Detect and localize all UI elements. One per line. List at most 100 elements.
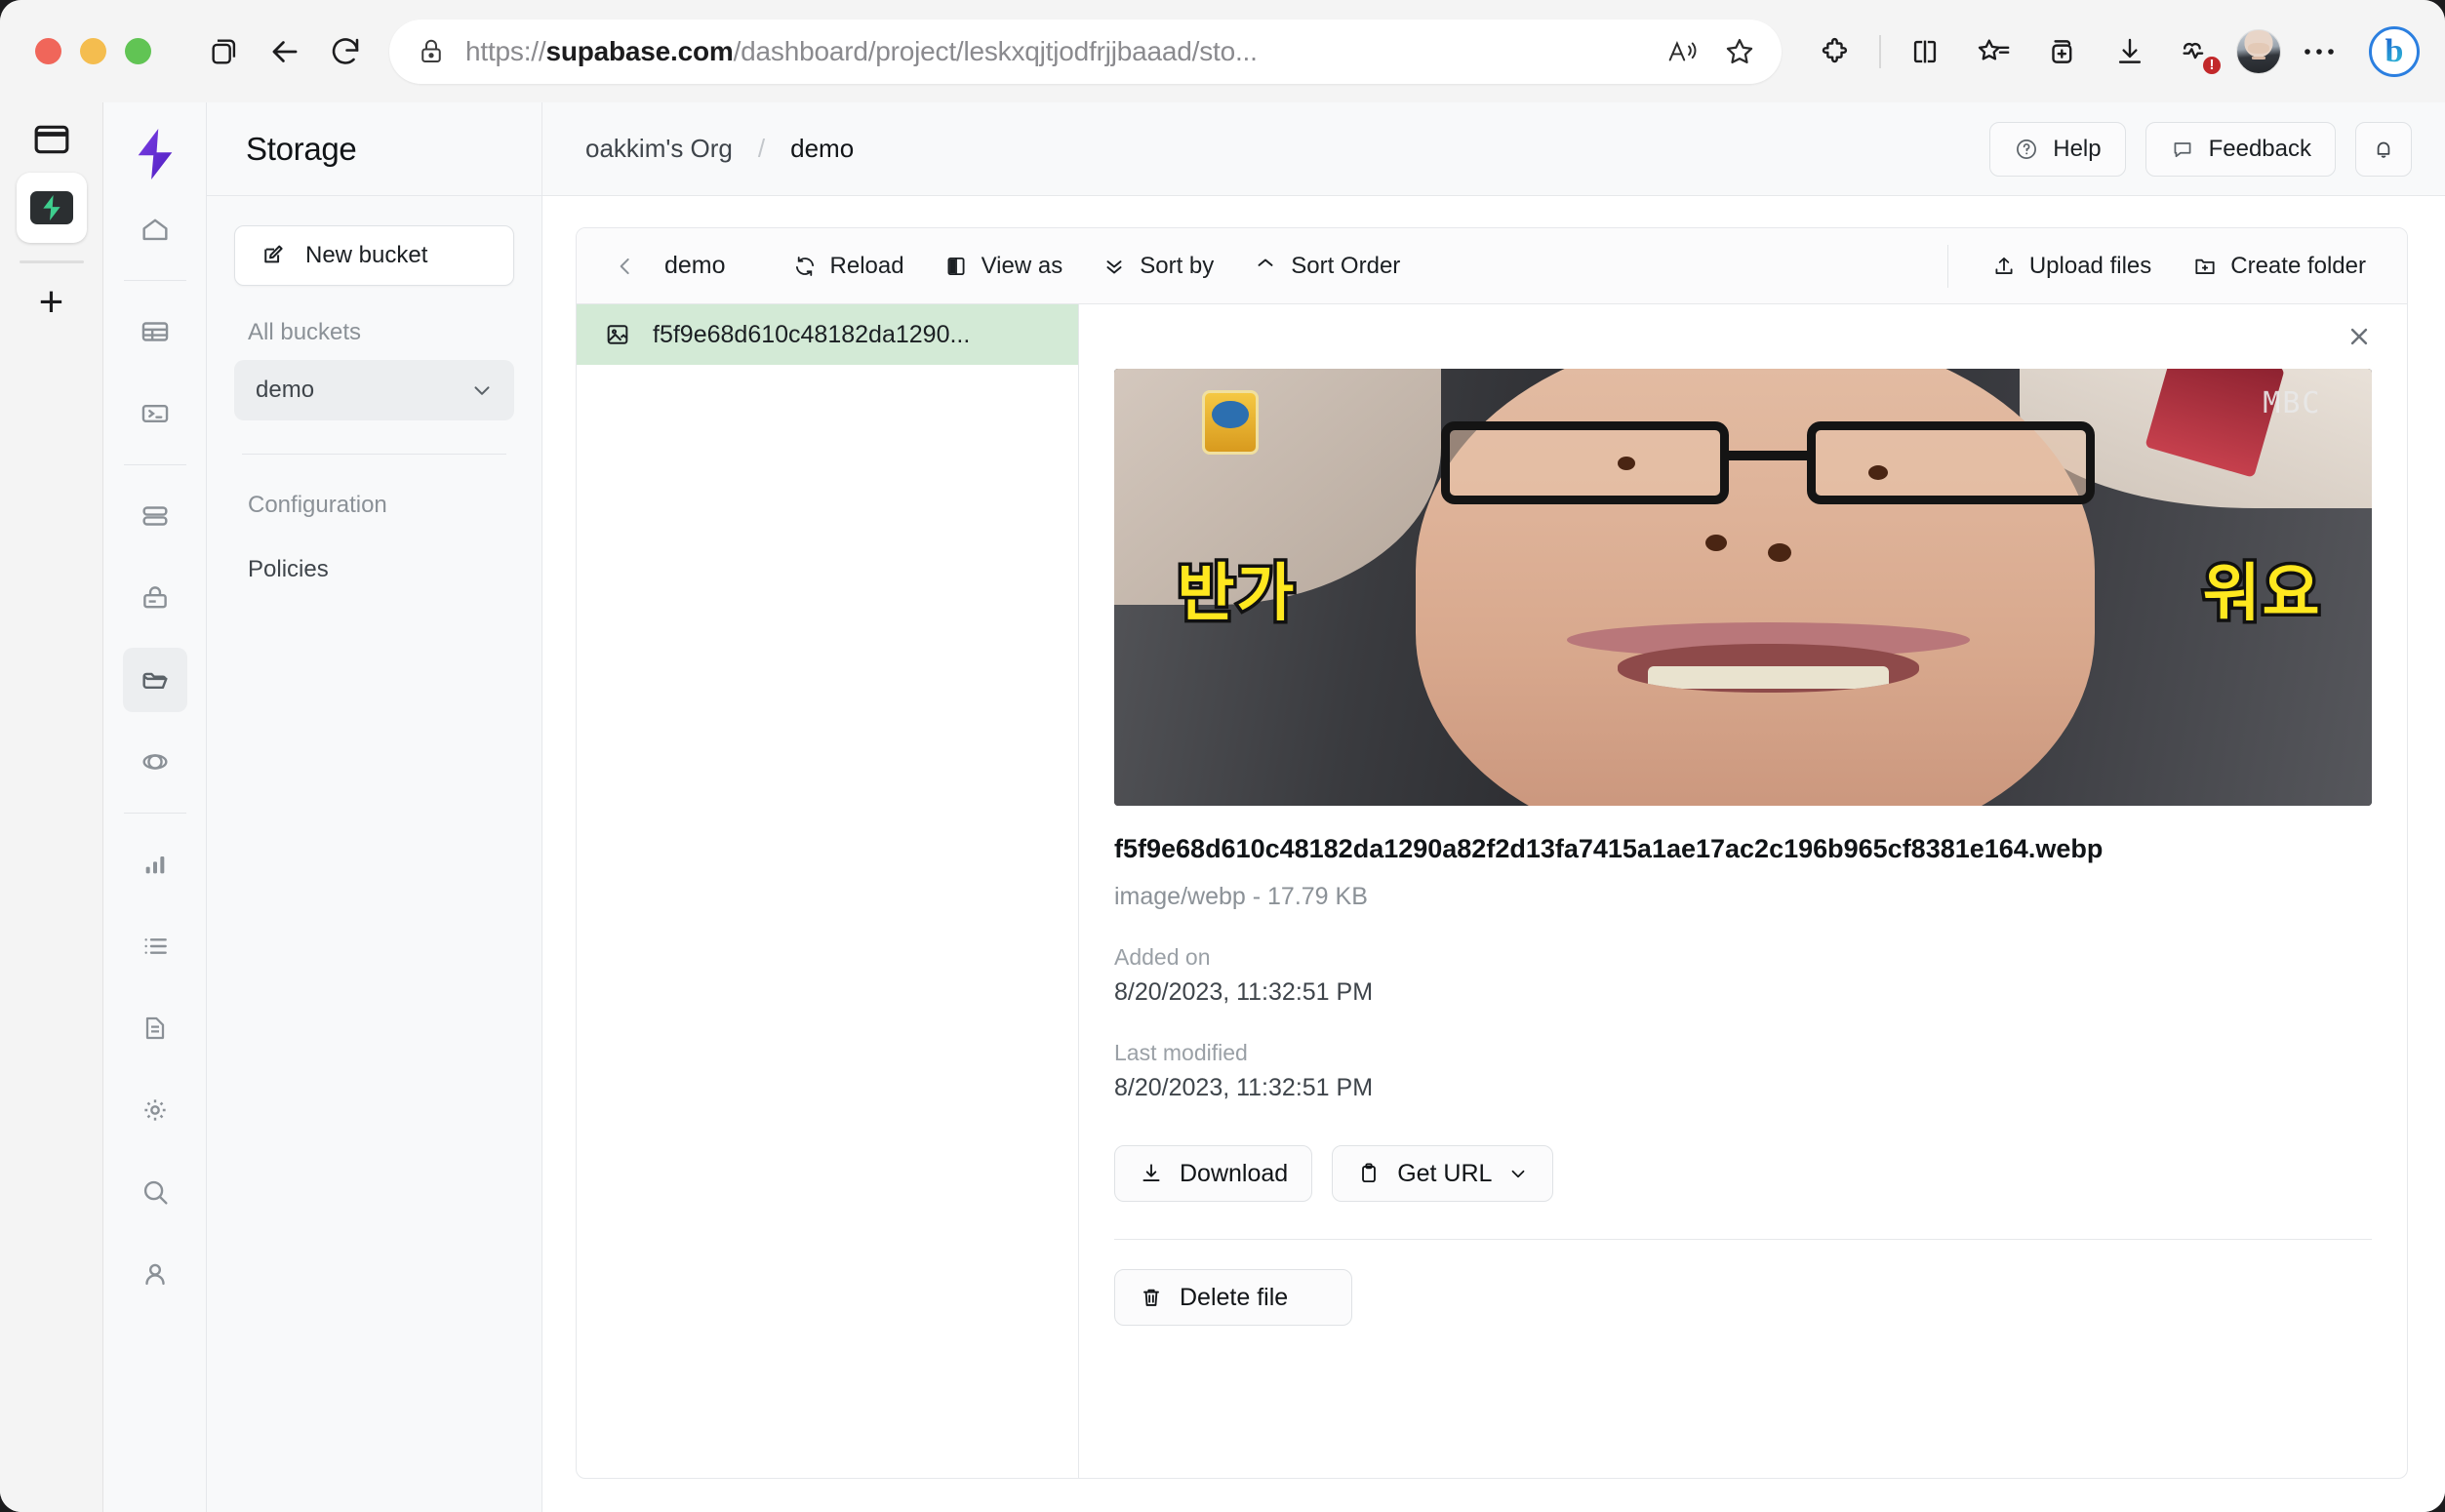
sidebar-item-sql-editor[interactable]	[123, 381, 187, 446]
browser-toolbar: https://supabase.com/dashboard/project/l…	[0, 0, 2445, 102]
storage-explorer: demo Reload View as Sort by Sort Order U…	[576, 227, 2408, 1479]
reload-icon[interactable]	[315, 21, 376, 82]
chevrons-down-icon	[1102, 254, 1127, 279]
bell-icon	[2371, 137, 2396, 162]
new-tab-button[interactable]: +	[39, 281, 64, 324]
policies-link[interactable]: Policies	[234, 556, 514, 583]
rail-divider	[123, 280, 186, 281]
extensions-puzzle-icon[interactable]	[1805, 21, 1865, 82]
preview-text-left: 반가	[1174, 555, 1298, 634]
bing-copilot-icon[interactable]: b	[2369, 25, 2420, 77]
bucket-item-demo[interactable]: demo	[234, 360, 514, 420]
sidebar-item-project-settings[interactable]	[123, 1078, 187, 1142]
view-as-button[interactable]: View as	[928, 243, 1079, 290]
read-aloud-icon[interactable]	[1666, 37, 1700, 66]
sidebar-item-api-docs[interactable]	[123, 996, 187, 1060]
favorites-star-list-icon[interactable]	[1963, 21, 2024, 82]
reload-button[interactable]: Reload	[777, 243, 920, 290]
supabase-nav-rail	[103, 102, 207, 1512]
sidebar-item-storage[interactable]	[122, 648, 187, 712]
sidebar-item-account[interactable]	[123, 1242, 187, 1306]
tab-preview-icon[interactable]	[194, 21, 255, 82]
sidebar-item-reports[interactable]	[123, 832, 187, 896]
chevrons-up-icon	[1253, 254, 1278, 279]
upload-files-button[interactable]: Upload files	[1976, 243, 2167, 290]
reload-icon	[792, 254, 818, 279]
added-on-value: 8/20/2023, 11:32:51 PM	[1114, 978, 1374, 1007]
explorer-toolbar: demo Reload View as Sort by Sort Order U…	[577, 228, 2407, 304]
main-content: oakkim's Org / demo Help Feedback demo R…	[542, 102, 2445, 1512]
split-screen-icon[interactable]	[1895, 21, 1955, 82]
sidebar-item-database[interactable]	[123, 484, 187, 548]
url-host: supabase.com	[545, 35, 734, 66]
get-url-button[interactable]: Get URL	[1332, 1145, 1554, 1203]
supabase-browser-tab[interactable]	[16, 173, 87, 243]
rail-divider	[123, 464, 186, 465]
minimize-window-button[interactable]	[80, 38, 106, 64]
toolbar-divider	[1879, 34, 1881, 68]
new-bucket-button[interactable]: New bucket	[234, 225, 514, 286]
star-icon[interactable]	[1723, 35, 1756, 68]
reload-label: Reload	[829, 252, 904, 279]
sidebar-item-home[interactable]	[123, 197, 187, 261]
close-icon	[2350, 328, 2368, 345]
supabase-logo[interactable]	[125, 120, 185, 188]
file-name-heading: f5f9e68d610c48182da1290a82f2d13fa7415a1a…	[1114, 834, 2104, 863]
rail-divider	[123, 813, 186, 814]
sort-by-label: Sort by	[1140, 252, 1215, 279]
sidebar-item-logs[interactable]	[123, 914, 187, 978]
downloads-icon[interactable]	[2100, 21, 2160, 82]
maximize-window-button[interactable]	[125, 38, 151, 64]
preview-text-right: 워요	[2199, 555, 2323, 634]
sort-order-button[interactable]: Sort Order	[1237, 243, 1416, 290]
sort-by-button[interactable]: Sort by	[1086, 243, 1229, 290]
browser-window: https://supabase.com/dashboard/project/l…	[0, 0, 2445, 1512]
configuration-link[interactable]: Configuration	[234, 492, 514, 519]
chevron-down-icon[interactable]	[1507, 1163, 1529, 1184]
sidebar-item-table-editor[interactable]	[123, 299, 187, 364]
delete-file-label: Delete file	[1180, 1283, 1289, 1311]
toggle-pane-icon[interactable]	[33, 124, 70, 155]
storage-panel-header: Storage	[207, 102, 541, 196]
file-list-item[interactable]: f5f9e68d610c48182da1290...	[577, 304, 1078, 365]
last-modified-label: Last modified	[1114, 1040, 1248, 1066]
preview-show-badge	[1202, 390, 1260, 456]
breadcrumb-org[interactable]: oakkim's Org	[585, 134, 733, 164]
back-arrow-icon[interactable]	[255, 21, 315, 82]
create-folder-button[interactable]: Create folder	[2177, 243, 2382, 290]
help-button[interactable]: Help	[1989, 121, 2126, 177]
chat-bubble-icon	[2170, 137, 2195, 162]
chevron-down-icon[interactable]	[469, 378, 495, 403]
detail-action-row: Download Get URL	[1114, 1145, 2372, 1203]
notifications-button[interactable]	[2355, 121, 2412, 177]
profile-avatar[interactable]	[2236, 28, 2281, 74]
file-list-column: f5f9e68d610c48182da1290...	[577, 304, 1079, 1478]
more-options-icon[interactable]	[2289, 21, 2349, 82]
window-controls[interactable]	[35, 38, 151, 64]
added-on-label: Added on	[1114, 944, 1211, 971]
vertical-tab-strip: +	[0, 102, 103, 1512]
sidebar-item-search[interactable]	[123, 1160, 187, 1224]
explorer-body: f5f9e68d610c48182da1290... 반가 워요 MBC f5f…	[577, 304, 2407, 1478]
new-bucket-label: New bucket	[305, 242, 428, 268]
page-title: Storage	[246, 130, 357, 167]
delete-file-button[interactable]: Delete file	[1114, 1269, 1352, 1327]
sidebar-item-edge-functions[interactable]	[123, 730, 187, 794]
get-url-label: Get URL	[1397, 1159, 1493, 1187]
breadcrumb-project[interactable]: demo	[790, 134, 854, 164]
close-detail-button[interactable]	[1079, 304, 2407, 369]
collections-icon[interactable]	[2031, 21, 2092, 82]
sidebar-item-authentication[interactable]	[123, 566, 187, 630]
breadcrumb-separator: /	[757, 134, 766, 163]
help-label: Help	[2053, 135, 2102, 162]
close-window-button[interactable]	[35, 38, 61, 64]
browser-essentials-icon[interactable]: !	[2168, 21, 2228, 82]
url-text[interactable]: https://supabase.com/dashboard/project/l…	[465, 36, 1649, 67]
address-bar[interactable]: https://supabase.com/dashboard/project/l…	[389, 19, 1782, 84]
feedback-button[interactable]: Feedback	[2144, 121, 2336, 177]
upload-files-label: Upload files	[2028, 252, 2152, 279]
folder-plus-icon	[2192, 254, 2218, 279]
edit-square-icon	[261, 242, 288, 269]
chevron-left-icon[interactable]	[604, 254, 647, 279]
download-button[interactable]: Download	[1114, 1145, 1313, 1203]
